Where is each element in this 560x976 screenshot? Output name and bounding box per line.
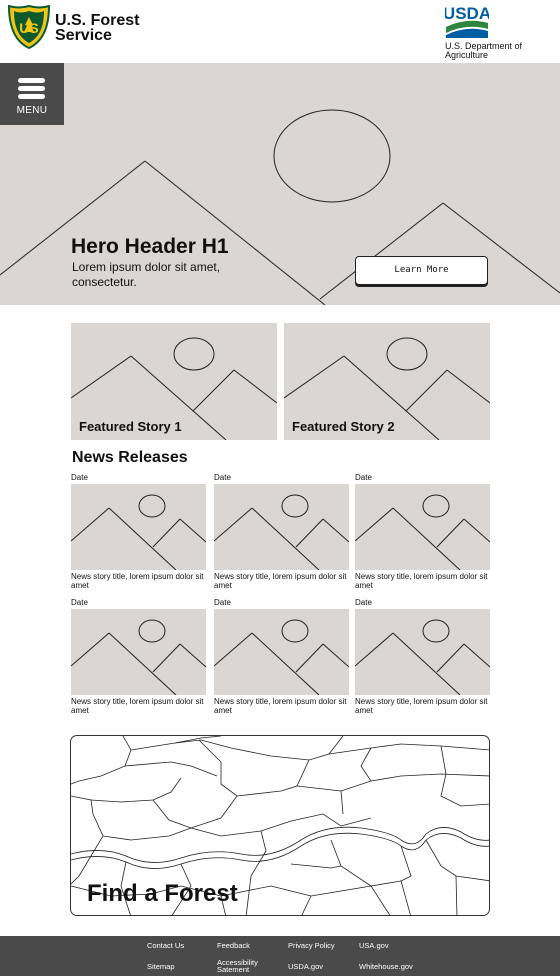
news-date: Date (355, 473, 372, 482)
news-date: Date (214, 473, 231, 482)
find-a-forest-title: Find a Forest (87, 880, 238, 907)
news-date: Date (71, 473, 88, 482)
news-title: News story title, lorem ipsum dolor sit … (214, 697, 347, 715)
news-date: Date (71, 598, 88, 607)
hero-title: Hero Header H1 (71, 235, 229, 258)
usda-department-name: U.S. Department of Agriculture (445, 41, 523, 60)
news-placeholder-image (71, 609, 206, 695)
news-placeholder-image (355, 484, 490, 570)
menu-button[interactable]: MENU (0, 63, 64, 125)
menu-label: MENU (16, 105, 48, 116)
news-title: News story title, lorem ipsum dolor sit … (71, 572, 204, 590)
site-header: US U.S. Forest Service USDA U.S. Departm… (0, 0, 560, 63)
forest-service-shield-logo[interactable]: US (8, 5, 50, 49)
footer-link-privacy-policy[interactable]: Privacy Policy (288, 942, 348, 950)
usda-logo[interactable]: USDA (445, 3, 489, 39)
featured-story-card[interactable]: Featured Story 2 (284, 323, 490, 440)
news-card[interactable]: Date News story title, lorem ipsum dolor… (71, 473, 206, 590)
news-date: Date (355, 598, 372, 607)
news-title: News story title, lorem ipsum dolor sit … (355, 697, 488, 715)
footer-link-usda-gov[interactable]: USDA.gov (288, 963, 348, 971)
footer-link-feedback[interactable]: Feedback (217, 942, 277, 950)
learn-more-button[interactable]: Learn More (355, 256, 488, 285)
featured-story-title: Featured Story 1 (79, 419, 182, 434)
news-placeholder-image (355, 609, 490, 695)
featured-story-card[interactable]: Featured Story 1 (71, 323, 277, 440)
news-card[interactable]: Date News story title, lorem ipsum dolor… (214, 473, 349, 590)
footer-link-accessibility-statement[interactable]: Accessibility Satement (217, 959, 267, 974)
news-title: News story title, lorem ipsum dolor sit … (355, 572, 488, 590)
footer-link-usa-gov[interactable]: USA.gov (359, 942, 419, 950)
news-placeholder-image (214, 609, 349, 695)
footer-link-whitehouse-gov[interactable]: Whitehouse.gov (359, 963, 419, 971)
news-releases-heading: News Releases (72, 449, 188, 466)
usda-wordmark: USDA (445, 4, 489, 23)
find-a-forest-map[interactable]: Find a Forest (70, 735, 490, 916)
footer-link-contact-us[interactable]: Contact Us (147, 942, 207, 950)
news-title: News story title, lorem ipsum dolor sit … (71, 697, 204, 715)
news-placeholder-image (214, 484, 349, 570)
agency-name: U.S. Forest Service (55, 12, 140, 44)
news-date: Date (214, 598, 231, 607)
news-card[interactable]: Date News story title, lorem ipsum dolor… (71, 598, 206, 715)
site-footer: Contact Us Feedback Privacy Policy USA.g… (0, 936, 560, 976)
hero-subtitle: Lorem ipsum dolor sit amet, consectetur. (72, 260, 221, 289)
hamburger-icon (18, 78, 45, 100)
news-card[interactable]: Date News story title, lorem ipsum dolor… (214, 598, 349, 715)
footer-link-sitemap[interactable]: Sitemap (147, 963, 207, 971)
featured-story-title: Featured Story 2 (292, 419, 395, 434)
news-card[interactable]: Date News story title, lorem ipsum dolor… (355, 473, 490, 590)
hero-banner: MENU Hero Header H1 Lorem ipsum dolor si… (0, 63, 560, 305)
news-placeholder-image (71, 484, 206, 570)
news-card[interactable]: Date News story title, lorem ipsum dolor… (355, 598, 490, 715)
news-title: News story title, lorem ipsum dolor sit … (214, 572, 347, 590)
